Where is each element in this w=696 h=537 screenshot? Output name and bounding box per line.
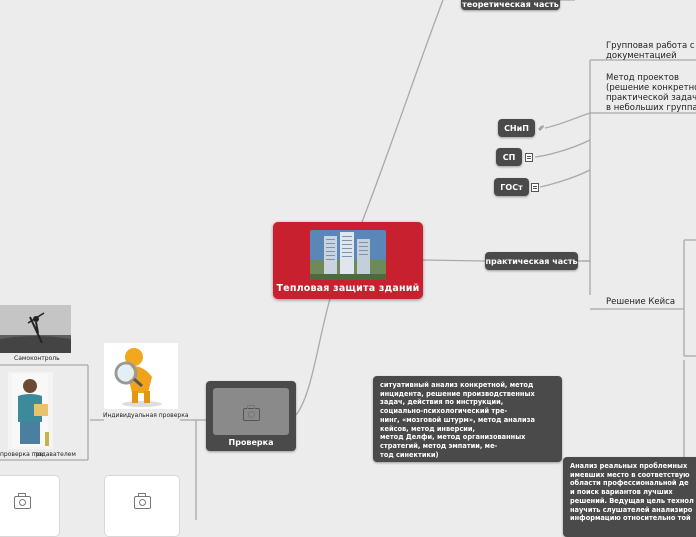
node-check-label: Проверка [228,438,274,447]
individual-check-image[interactable] [104,343,178,409]
node-gost-label: ГОСт [500,183,523,192]
camera-icon [243,405,260,421]
camera-icon [134,493,151,509]
camera-icon [14,493,31,509]
group-work-line-1: Групповая работа с н [606,41,696,51]
self-control-image[interactable] [0,305,71,353]
individual-check-label: Индивидуальная проверка [103,412,189,419]
methods-callout[interactable]: ситуативный анализ конкретной, метод инц… [373,376,562,462]
teacher-check-image[interactable] [8,372,53,449]
node-theory-label: теоретическая часть [462,0,559,9]
node-gost[interactable]: ГОСт [494,178,529,196]
node-sp-label: СП [502,153,516,162]
empty-image-node[interactable] [0,475,60,537]
group-work-line-2: документацией [606,51,677,61]
project-method-line-1: Метод проектов [606,73,679,83]
building-photo [310,230,386,280]
node-practice[interactable]: практическая часть [485,252,578,270]
node-snip-label: СНиП [504,124,529,133]
project-method-text[interactable]: Метод проектов (решение конкретной практ… [606,73,696,113]
project-method-line-3: практической задачи [606,93,696,103]
group-work-text[interactable]: Групповая работа с н документацией [606,41,696,61]
image-placeholder [213,388,289,435]
node-check[interactable]: Проверка [206,381,296,451]
project-method-line-4: в небольших группах [606,103,696,113]
empty-image-node[interactable] [104,475,180,537]
node-practice-label: практическая часть [485,257,578,266]
attachment-icon[interactable] [525,153,533,162]
node-theory[interactable]: теоретическая часть [461,0,560,10]
link-icon[interactable]: ✐ [538,124,545,133]
node-sp[interactable]: СП [496,148,522,166]
project-method-line-2: (решение конкретной [606,83,696,93]
teacher-check-label-suffix: подавателем [34,451,76,458]
node-snip[interactable]: СНиП [498,119,535,137]
attachment-icon[interactable] [531,183,539,192]
case-text[interactable]: Решение Кейса [606,297,675,307]
analysis-callout[interactable]: Анализ реальных проблемных имевших место… [563,457,696,537]
self-control-label: Самоконтроль [14,355,60,362]
central-topic[interactable]: Тепловая защита зданий [273,222,423,299]
central-topic-title: Тепловая защита зданий [276,283,420,294]
